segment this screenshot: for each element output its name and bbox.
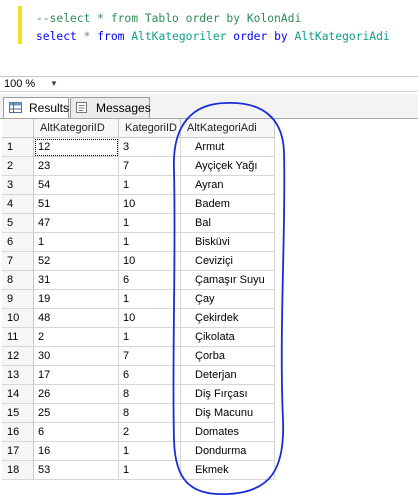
row-number[interactable]: 14 <box>2 385 34 404</box>
cell-altkategoriid[interactable]: 54 <box>34 176 119 195</box>
row-number[interactable]: 5 <box>2 214 34 233</box>
cell-altkategoriid[interactable]: 12 <box>34 138 119 157</box>
row-number[interactable]: 18 <box>2 461 34 480</box>
row-number[interactable]: 9 <box>2 290 34 309</box>
cell-kategoriid[interactable]: 1 <box>119 461 181 480</box>
cell-altkategoriadi[interactable]: Ekmek <box>181 461 275 480</box>
table-name: AltKategoriler <box>124 30 234 43</box>
cell-altkategoriadi[interactable]: Ayçiçek Yağı <box>181 157 275 176</box>
row-number[interactable]: 6 <box>2 233 34 252</box>
column-header-altkategoriadi[interactable]: AltKategoriAdi <box>181 119 275 138</box>
row-number[interactable]: 2 <box>2 157 34 176</box>
tab-results-label: Results <box>29 101 70 115</box>
row-number[interactable]: 10 <box>2 309 34 328</box>
cell-altkategoriadi[interactable]: Çekirdek <box>181 309 275 328</box>
comment-text: --select * from Tablo order by KolonAdi <box>36 12 302 25</box>
row-number[interactable]: 4 <box>2 195 34 214</box>
cell-kategoriid[interactable]: 1 <box>119 233 181 252</box>
cell-altkategoriid[interactable]: 48 <box>34 309 119 328</box>
row-number[interactable]: 15 <box>2 404 34 423</box>
cell-altkategoriid[interactable]: 53 <box>34 461 119 480</box>
cell-altkategoriid[interactable]: 25 <box>34 404 119 423</box>
cell-kategoriid[interactable]: 10 <box>119 195 181 214</box>
cell-altkategoriadi[interactable]: Domates <box>181 423 275 442</box>
cell-altkategoriadi[interactable]: Çorba <box>181 347 275 366</box>
star-operator: * <box>76 30 98 43</box>
chevron-down-icon[interactable]: ▼ <box>50 77 58 91</box>
row-number[interactable]: 13 <box>2 366 34 385</box>
cell-altkategoriadi[interactable]: Ceviziçi <box>181 252 275 271</box>
row-number[interactable]: 8 <box>2 271 34 290</box>
cell-altkategoriadi[interactable]: Diş Macunu <box>181 404 275 423</box>
cell-altkategoriadi[interactable]: Badem <box>181 195 275 214</box>
cell-kategoriid[interactable]: 8 <box>119 385 181 404</box>
cell-altkategoriid[interactable]: 52 <box>34 252 119 271</box>
cell-altkategoriid[interactable]: 23 <box>34 157 119 176</box>
cell-altkategoriadi[interactable]: Diş Fırçası <box>181 385 275 404</box>
column-header-altkategoriid[interactable]: AltKategoriID <box>34 119 119 138</box>
query-editor[interactable]: --select * from Tablo order by KolonAdi … <box>0 0 418 74</box>
column-header-kategoriid[interactable]: KategoriID <box>119 119 181 138</box>
cell-kategoriid[interactable]: 1 <box>119 214 181 233</box>
zoom-select[interactable]: 100 % <box>4 77 35 91</box>
cell-altkategoriid[interactable]: 51 <box>34 195 119 214</box>
cell-altkategoriid[interactable]: 47 <box>34 214 119 233</box>
row-number[interactable]: 12 <box>2 347 34 366</box>
row-number[interactable]: 17 <box>2 442 34 461</box>
cell-kategoriid[interactable]: 6 <box>119 366 181 385</box>
keyword-from: from <box>97 30 125 43</box>
cell-kategoriid[interactable]: 1 <box>119 442 181 461</box>
changed-line-marker <box>18 6 22 44</box>
cell-kategoriid[interactable]: 1 <box>119 290 181 309</box>
cell-altkategoriadi[interactable]: Armut <box>181 138 275 157</box>
cell-altkategoriid[interactable]: 6 <box>34 423 119 442</box>
cell-kategoriid[interactable]: 6 <box>119 271 181 290</box>
query-line-select[interactable]: select * from AltKategoriler order by Al… <box>36 30 390 43</box>
cell-kategoriid[interactable]: 1 <box>119 328 181 347</box>
cell-altkategoriid[interactable]: 16 <box>34 442 119 461</box>
cell-kategoriid[interactable]: 3 <box>119 138 181 157</box>
row-number[interactable]: 16 <box>2 423 34 442</box>
column-name: AltKategoriAdi <box>287 30 390 43</box>
cell-kategoriid[interactable]: 8 <box>119 404 181 423</box>
cell-altkategoriadi[interactable]: Bal <box>181 214 275 233</box>
cell-kategoriid[interactable]: 7 <box>119 157 181 176</box>
cell-altkategoriadi[interactable]: Dondurma <box>181 442 275 461</box>
cell-altkategoriadi[interactable]: Deterjan <box>181 366 275 385</box>
cell-kategoriid[interactable]: 1 <box>119 176 181 195</box>
row-number[interactable]: 11 <box>2 328 34 347</box>
row-number[interactable]: 3 <box>2 176 34 195</box>
cell-altkategoriadi[interactable]: Ayran <box>181 176 275 195</box>
cell-kategoriid[interactable]: 7 <box>119 347 181 366</box>
cell-kategoriid[interactable]: 10 <box>119 309 181 328</box>
cell-altkategoriadi[interactable]: Çamaşır Suyu <box>181 271 275 290</box>
tab-results[interactable]: Results <box>3 97 69 118</box>
cell-altkategoriid[interactable]: 17 <box>34 366 119 385</box>
cell-kategoriid[interactable]: 2 <box>119 423 181 442</box>
zoom-bar: 100 % ▼ <box>0 76 418 92</box>
cell-altkategoriid[interactable]: 2 <box>34 328 119 347</box>
result-tabs: Results Messages <box>0 94 418 119</box>
grid-icon <box>9 102 22 113</box>
tab-messages-label: Messages <box>96 101 151 115</box>
grid-corner[interactable] <box>2 119 34 138</box>
query-line-comment[interactable]: --select * from Tablo order by KolonAdi <box>36 12 301 25</box>
keyword-select: select <box>36 30 77 43</box>
messages-icon <box>76 102 87 113</box>
cell-altkategoriid[interactable]: 19 <box>34 290 119 309</box>
cell-altkategoriid[interactable]: 1 <box>34 233 119 252</box>
row-number[interactable]: 7 <box>2 252 34 271</box>
cell-altkategoriadi[interactable]: Çay <box>181 290 275 309</box>
cell-altkategoriid[interactable]: 30 <box>34 347 119 366</box>
cell-altkategoriadi[interactable]: Çikolata <box>181 328 275 347</box>
cell-altkategoriadi[interactable]: Bisküvi <box>181 233 275 252</box>
cell-kategoriid[interactable]: 10 <box>119 252 181 271</box>
cell-altkategoriid[interactable]: 31 <box>34 271 119 290</box>
tab-messages[interactable]: Messages <box>70 97 151 118</box>
row-number[interactable]: 1 <box>2 138 34 157</box>
keyword-order-by: order by <box>233 30 288 43</box>
cell-altkategoriid[interactable]: 26 <box>34 385 119 404</box>
